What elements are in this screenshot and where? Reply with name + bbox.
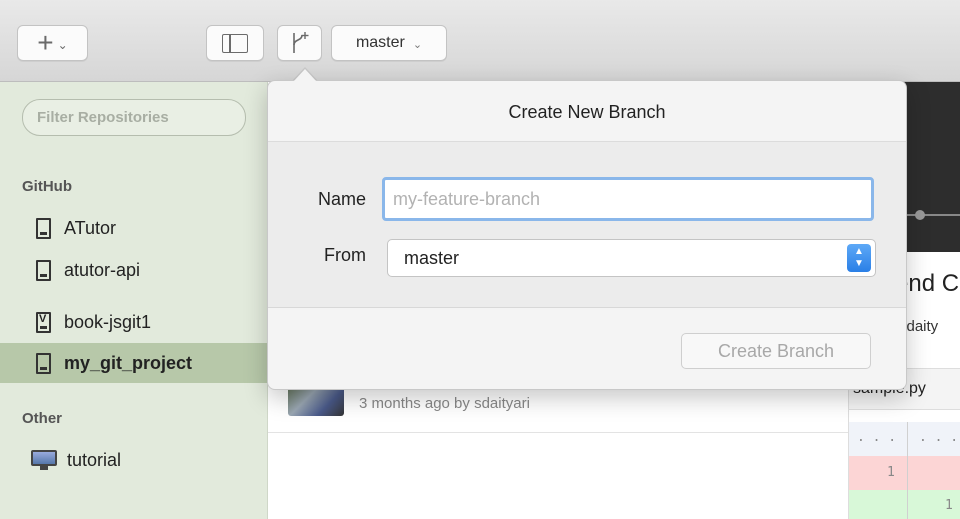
line-number: 1	[945, 498, 953, 513]
package-repo-icon	[36, 311, 51, 333]
sidebar-item-atutor[interactable]: ATutor	[0, 208, 268, 248]
graph-dot	[915, 210, 925, 220]
create-branch-submit-button[interactable]: Create Branch	[681, 333, 871, 369]
section-header-other: Other	[22, 410, 63, 427]
repo-label: book-jsgit1	[64, 311, 152, 332]
branch-selector-label: master	[355, 34, 405, 51]
chevron-down-icon: ⌄	[57, 38, 68, 52]
chevron-down-icon: ⌄	[412, 38, 423, 51]
line-number: 1	[887, 465, 895, 480]
branch-selector[interactable]: master ⌄	[331, 25, 447, 61]
section-header-github: GitHub	[22, 178, 72, 195]
diff-context-marker: . . .	[919, 430, 959, 445]
repo-icon	[36, 217, 51, 239]
sidebar-item-my-git-project[interactable]: my_git_project	[0, 343, 268, 383]
repo-label: atutor-api	[64, 259, 141, 280]
toolbar: + ⌄ master ⌄	[0, 0, 960, 82]
diff-added-row	[849, 490, 960, 519]
monitor-icon	[31, 450, 57, 470]
divider	[268, 432, 848, 433]
create-branch-popover: Create New Branch Name my-feature-branch…	[267, 80, 907, 390]
toggle-sidebar-button[interactable]	[206, 25, 264, 61]
sidebar-icon	[222, 33, 248, 53]
name-label: Name	[317, 189, 366, 209]
select-stepper-icon: ▲ ▼	[847, 244, 871, 272]
add-repository-button[interactable]: + ⌄	[17, 25, 88, 61]
repo-icon	[36, 259, 51, 281]
repo-label: my_git_project	[64, 352, 193, 373]
repo-label: ATutor	[64, 217, 117, 238]
sidebar-item-book-jsgit1[interactable]: book-jsgit1	[0, 302, 268, 342]
repo-icon	[36, 352, 51, 374]
from-label: From	[324, 245, 366, 265]
create-branch-button[interactable]	[277, 25, 322, 61]
commit-meta: 3 months ago by sdaityari	[359, 395, 530, 412]
from-branch-select[interactable]: master ▲ ▼	[387, 239, 876, 277]
popover-arrow-fill	[293, 69, 317, 82]
popover-form: Name my-feature-branch From master ▲ ▼	[268, 142, 906, 308]
diff-deleted-row	[849, 456, 960, 490]
branch-name-placeholder: my-feature-branch	[393, 189, 541, 209]
sidebar-item-atutor-api[interactable]: atutor-api	[0, 250, 268, 290]
divider	[907, 422, 908, 519]
plus-icon: +	[37, 27, 54, 58]
branch-name-input[interactable]: my-feature-branch	[382, 177, 874, 221]
sidebar-item-tutorial[interactable]: tutorial	[0, 440, 268, 480]
filter-placeholder: Filter Repositories	[37, 109, 169, 126]
from-branch-value: master	[404, 248, 460, 268]
filter-repositories-input[interactable]: Filter Repositories	[22, 99, 246, 136]
branch-plus-icon	[292, 32, 308, 53]
popover-title: Create New Branch	[268, 81, 906, 142]
repo-label: tutorial	[67, 449, 122, 470]
repository-sidebar: Filter Repositories GitHub ATutor atutor…	[0, 82, 268, 519]
diff-context-marker: . . .	[857, 430, 897, 445]
